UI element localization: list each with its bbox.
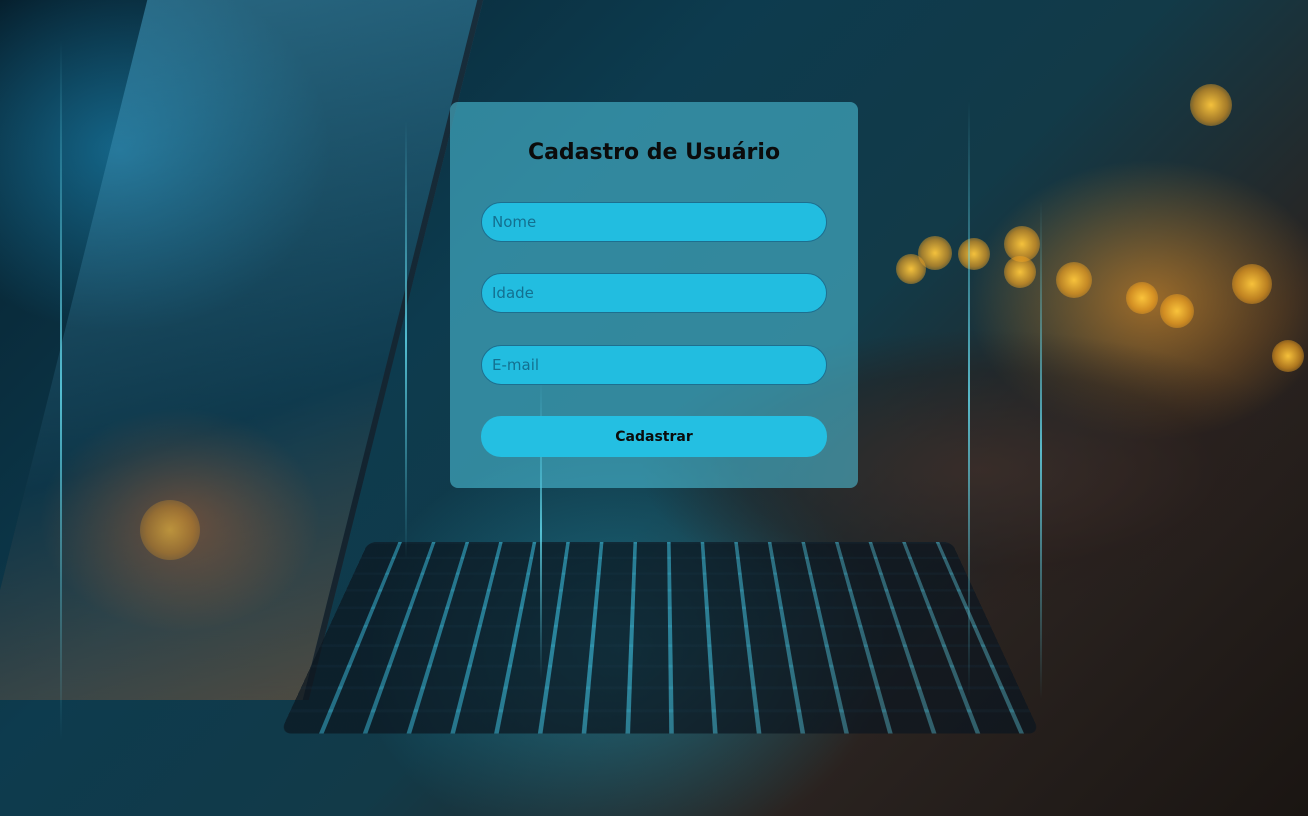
- bokeh-light: [1004, 256, 1036, 288]
- register-button[interactable]: Cadastrar: [481, 416, 827, 457]
- light-streak: [60, 40, 62, 740]
- age-field[interactable]: [481, 273, 827, 313]
- bokeh-light: [1190, 84, 1232, 126]
- bokeh-light: [1232, 264, 1272, 304]
- light-streak: [405, 120, 407, 560]
- name-field[interactable]: [481, 202, 827, 242]
- bokeh-light: [1272, 340, 1304, 372]
- registration-form: Cadastro de Usuário Cadastrar: [450, 102, 858, 488]
- bokeh-light: [1126, 282, 1158, 314]
- bokeh-light: [140, 500, 200, 560]
- email-field[interactable]: [481, 345, 827, 385]
- keyboard-image: [279, 541, 1041, 734]
- form-title: Cadastro de Usuário: [527, 140, 781, 165]
- bokeh-light: [958, 238, 990, 270]
- bokeh-light: [1160, 294, 1194, 328]
- bokeh-light: [1056, 262, 1092, 298]
- light-streak: [968, 100, 970, 700]
- light-streak: [1040, 200, 1042, 700]
- bokeh-light: [896, 254, 926, 284]
